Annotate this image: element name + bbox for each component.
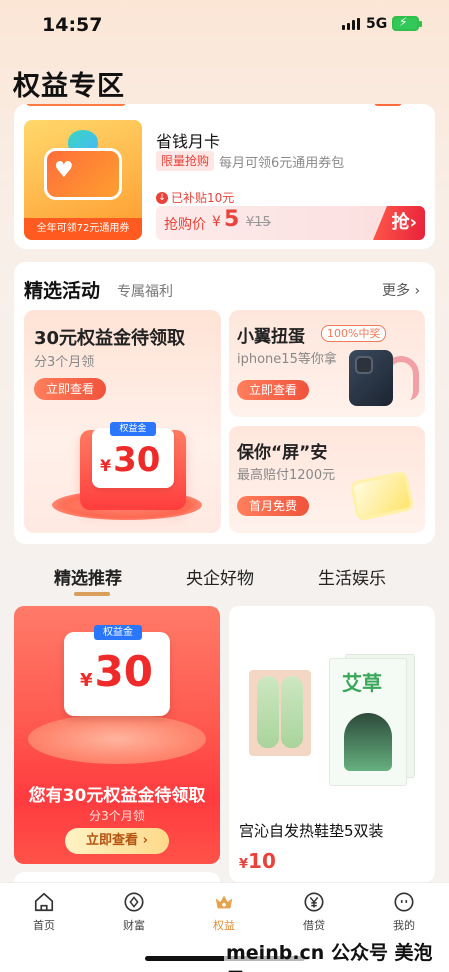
activity-bonus-card[interactable]: 30元权益金待领取 分3个月领 立即查看 权益金 ¥30 (24, 310, 221, 533)
price-bar[interactable]: 抢购价 ¥ 5 ¥15 抢› (156, 206, 425, 240)
status-bar: 14:57 5G ⚡ (0, 0, 449, 52)
previous-card-edge (374, 104, 402, 106)
activity-gacha-badge: 100%中奖 (321, 325, 387, 342)
price-currency: ¥ (212, 214, 221, 230)
subsidy-text: 已补贴10元 (171, 191, 235, 205)
activity-bonus-title: 30元权益金待领取 (34, 328, 186, 349)
promo-view-button[interactable]: 立即查看 › (65, 828, 169, 854)
more-link[interactable]: 更多 › (382, 280, 420, 300)
monthly-card-product[interactable]: ♥ 全年可领72元通用券 省钱月卡 限量抢购 每月可领6元通用券包 ↓ 已补贴1… (14, 104, 435, 249)
activity-gacha-card[interactable]: 小翼扭蛋 100%中奖 iphone15等你拿 立即查看 (229, 310, 425, 417)
package-image: 艾草 (329, 658, 407, 786)
product-description: 每月可领6元通用券包 (219, 156, 345, 171)
tv-logo-text-icon: ♥ (54, 158, 74, 183)
wealth-icon (124, 892, 144, 912)
cracked-phone-image (349, 470, 415, 522)
category-tabs: 精选推荐 央企好物 生活娱乐 (0, 562, 449, 598)
activity-bonus-subtitle: 分3个月领 (34, 355, 95, 370)
more-label: 更多 (382, 283, 410, 299)
coin-card: 权益金 ¥30 (92, 422, 174, 488)
crown-icon (215, 895, 233, 909)
product-name: 省钱月卡 (156, 132, 221, 151)
nav-profile[interactable]: 我的 (374, 891, 434, 933)
product-price: ¥10 (239, 849, 276, 873)
activity-bonus-button[interactable]: 立即查看 (34, 378, 107, 400)
promo-coin-label: 权益金 (94, 625, 142, 640)
iphone-image (349, 350, 393, 406)
original-price: ¥15 (246, 215, 271, 230)
watermark-text: meinb.cn 公众号 美泡君 (224, 938, 449, 972)
price-value: 5 (224, 207, 240, 232)
chevron-right-icon: › (414, 283, 421, 299)
page-title: 权益专区 (13, 71, 125, 102)
featured-activities: 精选活动 专属福利 更多 › 30元权益金待领取 分3个月领 立即查看 权益金 … (14, 262, 435, 544)
coin-value: ¥30 (100, 440, 161, 480)
buy-button[interactable]: 抢› (373, 206, 425, 240)
profile-icon (394, 892, 414, 912)
tab-selected-recommend[interactable]: 精选推荐 (54, 564, 122, 589)
promo-subtitle: 分3个月领 (89, 809, 145, 823)
arrow-down-icon: ↓ (156, 191, 168, 204)
network-label: 5G (366, 16, 388, 32)
subsidy-info: ↓ 已补贴10元 (156, 189, 234, 206)
package-illustration (344, 713, 392, 771)
nav-wealth[interactable]: 财富 (104, 891, 164, 933)
activity-screen-subtitle: 最高赔付1200元 (237, 468, 336, 483)
bonus-promo-tile[interactable]: 权益金 ¥30 您有30元权益金待领取 分3个月领 立即查看 › (14, 606, 220, 864)
activity-screen-title: 保你“屏”安 (237, 443, 328, 463)
chevron-right-icon: › (409, 212, 417, 233)
promo-coin-card: 权益金 ¥30 (64, 625, 170, 716)
nav-home[interactable]: 首页 (14, 891, 74, 933)
tab-underline (74, 592, 110, 596)
promo-pedestal (28, 714, 206, 764)
activity-gacha-subtitle: iphone15等你拿 (237, 352, 337, 367)
activities-subtitle: 专属福利 (117, 284, 173, 300)
nav-loan[interactable]: 借贷 (284, 891, 344, 933)
battery-icon: ⚡ (392, 15, 422, 31)
promo-title: 您有30元权益金待领取 (28, 786, 206, 806)
nav-rights[interactable]: 权益 (194, 891, 254, 933)
activity-gacha-title: 小翼扭蛋 (237, 327, 305, 347)
insole-product-tile[interactable]: 艾草 宫沁自发热鞋垫5双装 ¥10 (229, 606, 435, 882)
activity-screen-button[interactable]: 首月免费 (237, 496, 310, 516)
camera-icon (355, 356, 373, 374)
home-icon (34, 892, 54, 912)
signal-icon (342, 18, 360, 30)
price-label: 抢购价 (164, 217, 206, 233)
product-image-caption: 全年可领72元通用券 (24, 218, 142, 240)
product-image[interactable]: ♥ 全年可领72元通用券 (24, 120, 142, 240)
activities-title: 精选活动 (24, 280, 101, 302)
activity-screen-card[interactable]: 保你“屏”安 最高赔付1200元 首月免费 (229, 426, 425, 533)
promo-coin-value: ¥30 (80, 647, 153, 696)
status-time: 14:57 (42, 14, 103, 36)
loan-icon (304, 892, 324, 912)
package-text: 艾草 (342, 671, 382, 695)
previous-card-edge (26, 104, 126, 106)
tab-soe-goods[interactable]: 央企好物 (186, 564, 254, 589)
limited-tag: 限量抢购 (156, 151, 215, 171)
activity-gacha-button[interactable]: 立即查看 (237, 380, 310, 400)
product-title: 宫沁自发热鞋垫5双装 (239, 822, 384, 840)
tab-lifestyle[interactable]: 生活娱乐 (318, 564, 386, 589)
coin-label: 权益金 (110, 422, 156, 436)
buy-button-label: 抢 (391, 212, 410, 233)
insole-image (249, 670, 311, 756)
